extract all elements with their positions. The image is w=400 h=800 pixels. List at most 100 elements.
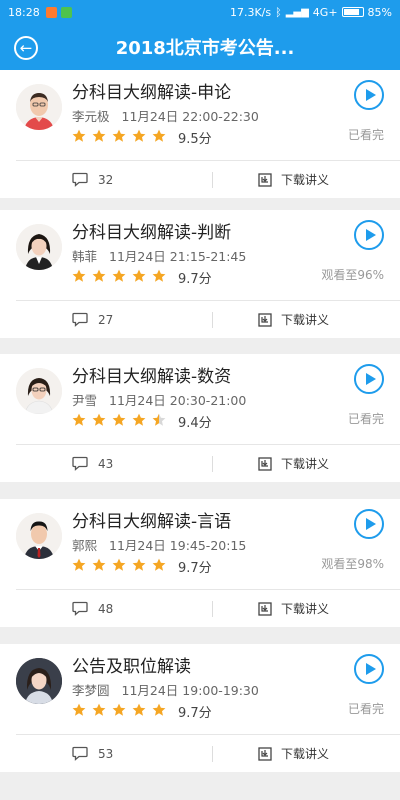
course-card[interactable]: 分科目大纲解读-数资 尹雪 11月24日 20:30-21:00 9.4分 已看… — [0, 354, 400, 482]
page-title: 2018北京市考公告... — [115, 38, 295, 59]
comment-icon — [72, 172, 88, 187]
course-time: 11月24日 19:00-19:30 — [121, 683, 259, 698]
rating-stars — [72, 128, 172, 147]
rating: 9.7分 — [72, 557, 212, 576]
play-button[interactable] — [354, 364, 384, 394]
rating: 9.5分 — [72, 128, 212, 147]
comments-button[interactable]: 53 — [72, 735, 113, 772]
rating-score: 9.5分 — [178, 132, 212, 147]
rating-stars — [72, 412, 172, 431]
bluetooth-icon: ᛒ — [275, 5, 282, 19]
course-title: 分科目大纲解读-判断 — [72, 223, 232, 243]
teacher-avatar — [16, 658, 62, 704]
star-icon — [152, 269, 166, 282]
course-meta: 尹雪 11月24日 20:30-21:00 — [72, 390, 246, 409]
message-notification-icon — [60, 6, 72, 18]
star-icon — [92, 558, 106, 571]
card-actions: 27 下载讲义 — [0, 301, 400, 338]
comment-icon — [72, 456, 88, 471]
star-icon — [112, 558, 126, 571]
watch-progress: 已看完 — [347, 702, 384, 716]
play-icon — [366, 663, 376, 675]
course-time: 11月24日 19:45-20:15 — [109, 538, 247, 553]
play-button[interactable] — [354, 80, 384, 110]
star-icon — [92, 703, 106, 716]
star-icon — [72, 129, 86, 142]
comments-button[interactable]: 32 — [72, 161, 113, 198]
back-button[interactable]: ← — [14, 36, 38, 60]
comment-icon — [72, 746, 88, 761]
rating-stars — [72, 702, 172, 721]
star-icon — [132, 413, 146, 426]
network-speed: 17.3K/s — [229, 5, 272, 19]
comment-count: 32 — [98, 172, 114, 187]
comment-count: 43 — [98, 456, 114, 471]
star-icon — [132, 703, 146, 716]
star-icon — [152, 413, 166, 426]
play-icon — [366, 89, 376, 101]
course-time: 11月24日 21:15-21:45 — [109, 249, 247, 264]
arrow-left-icon: ← — [19, 38, 33, 57]
star-icon — [72, 269, 86, 282]
course-card[interactable]: 分科目大纲解读-言语 郭熙 11月24日 19:45-20:15 9.7分 观看… — [0, 499, 400, 627]
status-time: 18:28 — [8, 5, 40, 19]
play-button[interactable] — [354, 220, 384, 250]
play-icon — [366, 373, 376, 385]
star-icon — [72, 558, 86, 571]
comment-icon — [72, 601, 88, 616]
play-icon — [366, 229, 376, 241]
teacher-avatar — [16, 513, 62, 559]
star-icon — [132, 269, 146, 282]
course-meta: 李元极 11月24日 22:00-22:30 — [72, 106, 259, 125]
star-icon — [92, 129, 106, 142]
battery-level: 85% — [367, 5, 392, 19]
status-bar: 18:28 17.3K/s ᛒ ▂▄▆ 4G+ 85% — [0, 0, 400, 24]
star-icon — [132, 129, 146, 142]
card-actions: 48 下载讲义 — [0, 590, 400, 627]
course-card[interactable]: 分科目大纲解读-申论 李元极 11月24日 22:00-22:30 9.5分 已… — [0, 70, 400, 198]
download-notes-button[interactable]: 下载讲义 — [258, 301, 329, 338]
play-button[interactable] — [354, 509, 384, 539]
action-separator — [212, 601, 213, 617]
watch-progress: 已看完 — [347, 412, 384, 426]
star-icon — [92, 269, 106, 282]
network-type: 4G+ — [312, 5, 338, 19]
comment-icon — [72, 312, 88, 327]
rating-score: 9.4分 — [178, 416, 212, 431]
card-actions: 53 下载讲义 — [0, 735, 400, 772]
action-separator — [212, 456, 213, 472]
teacher-avatar — [16, 84, 62, 130]
download-notes-icon — [258, 746, 272, 761]
comments-button[interactable]: 43 — [72, 445, 113, 482]
comments-button[interactable]: 27 — [72, 301, 113, 338]
star-icon — [132, 558, 146, 571]
teacher-name: 韩菲 — [72, 249, 98, 264]
watch-progress: 观看至98% — [321, 557, 384, 571]
download-notes-button[interactable]: 下载讲义 — [258, 161, 329, 198]
teacher-avatar — [16, 224, 62, 270]
play-button[interactable] — [354, 654, 384, 684]
download-notes-button[interactable]: 下载讲义 — [258, 735, 329, 772]
download-notes-button[interactable]: 下载讲义 — [258, 445, 329, 482]
download-notes-icon — [258, 601, 272, 616]
rating-score: 9.7分 — [178, 561, 212, 576]
download-notes-icon — [258, 456, 272, 471]
status-indicators: 17.3K/s ᛒ ▂▄▆ 4G+ 85% — [230, 6, 392, 19]
course-card[interactable]: 公告及职位解读 李梦圆 11月24日 19:00-19:30 9.7分 已看完 … — [0, 644, 400, 772]
course-card[interactable]: 分科目大纲解读-判断 韩菲 11月24日 21:15-21:45 9.7分 观看… — [0, 210, 400, 338]
app-bar: ← 2018北京市考公告... — [0, 24, 400, 70]
star-icon — [152, 558, 166, 571]
course-title: 分科目大纲解读-申论 — [72, 83, 232, 103]
download-notes-icon — [258, 312, 272, 327]
download-notes-button[interactable]: 下载讲义 — [258, 590, 329, 627]
teacher-name: 尹雪 — [72, 393, 98, 408]
star-icon — [72, 703, 86, 716]
download-label: 下载讲义 — [281, 602, 330, 616]
download-label: 下载讲义 — [281, 747, 330, 761]
comment-count: 48 — [98, 601, 114, 616]
comment-count: 53 — [98, 746, 114, 761]
action-separator — [212, 312, 213, 328]
star-icon — [152, 129, 166, 142]
comments-button[interactable]: 48 — [72, 590, 113, 627]
watch-progress: 已看完 — [347, 128, 384, 142]
